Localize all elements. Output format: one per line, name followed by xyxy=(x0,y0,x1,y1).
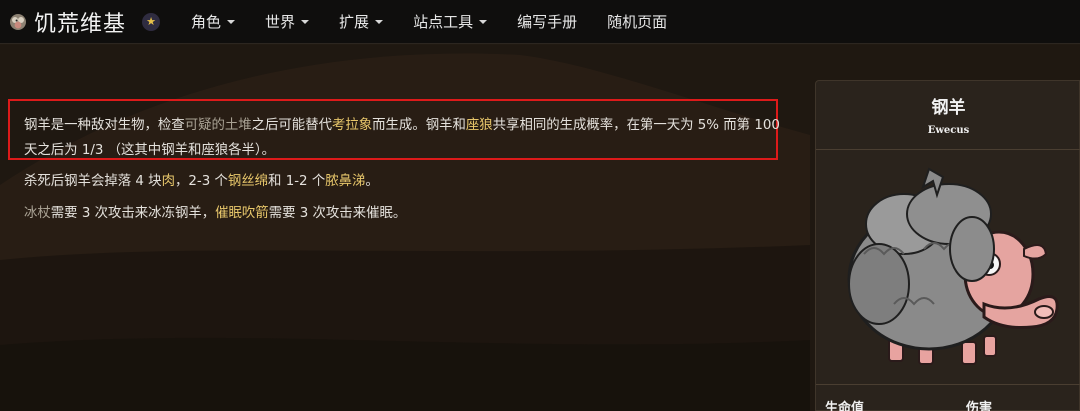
ewecus-portrait[interactable] xyxy=(834,154,1064,376)
infobox-divider xyxy=(816,384,1080,385)
drops-paragraph: 杀死后钢羊会掉落 4 块肉，2-3 个钢丝绵和 1-2 个脓鼻涕。 xyxy=(24,169,784,194)
nav-item-world[interactable]: 世界 xyxy=(250,0,324,44)
nav-item-characters[interactable]: 角色 xyxy=(176,0,250,44)
stat-label-health: 生命值 xyxy=(825,401,865,411)
link-ice-staff[interactable]: 冰杖 xyxy=(24,206,51,221)
caret-down-icon xyxy=(375,19,384,24)
text-span: ，2-3 个 xyxy=(174,174,228,189)
link-varg[interactable]: 座狼 xyxy=(466,118,493,133)
nav-item-random-page[interactable]: 随机页面 xyxy=(592,0,682,44)
weapons-paragraph: 冰杖需要 3 次攻击来冰冻钢羊，催眠吹箭需要 3 次攻击来催眠。 xyxy=(24,201,784,226)
text-span: 需要 3 次攻击来催眠。 xyxy=(268,206,407,221)
link-koalefant[interactable]: 考拉象 xyxy=(332,118,372,133)
ewecus-head-icon xyxy=(10,13,26,30)
text-span: 之后可能替代 xyxy=(251,118,332,133)
infobox-title: 钢羊 xyxy=(931,98,966,118)
main-nav: 角色 世界 扩展 站点工具 编写手册 随机页面 xyxy=(176,0,682,44)
infobox-subtitle: Ewecus xyxy=(927,125,970,136)
top-navbar: 饥荒维基 ★ 角色 世界 扩展 站点工具 编写手册 随机页面 xyxy=(0,0,1080,44)
nav-item-expansions[interactable]: 扩展 xyxy=(324,0,398,44)
link-steel-wool[interactable]: 钢丝绵 xyxy=(228,174,268,189)
nav-item-editing-manual[interactable]: 编写手册 xyxy=(502,0,592,44)
text-span: 。 xyxy=(365,174,379,189)
link-phlegm[interactable]: 脓鼻涕 xyxy=(325,174,365,189)
text-span: 钢羊是一种敌对生物，检查 xyxy=(24,118,185,133)
nav-item-site-tools[interactable]: 站点工具 xyxy=(398,0,502,44)
site-brand[interactable]: 饥荒维基 xyxy=(0,0,126,44)
nav-item-label: 编写手册 xyxy=(517,13,578,31)
link-suspicious-dirt-pile[interactable]: 可疑的土堆 xyxy=(185,118,252,133)
text-span: 需要 3 次攻击来冰冻钢羊， xyxy=(50,206,216,221)
infobox: 钢羊 Ewecus 生命值 伤害 xyxy=(815,80,1080,411)
intro-paragraph: 钢羊是一种敌对生物，检查可疑的土堆之后可能替代考拉象而生成。钢羊和座狼共享相同的… xyxy=(24,113,784,163)
nav-item-label: 随机页面 xyxy=(607,13,668,31)
infobox-divider xyxy=(816,149,1080,150)
star-icon[interactable]: ★ xyxy=(142,12,161,31)
nav-item-label: 世界 xyxy=(265,13,296,31)
caret-down-icon xyxy=(301,19,310,24)
text-span: 和 1-2 个 xyxy=(268,174,326,189)
nav-item-label: 角色 xyxy=(191,13,222,31)
caret-down-icon xyxy=(227,19,236,24)
site-title: 饥荒维基 xyxy=(34,11,127,37)
nav-item-label: 站点工具 xyxy=(413,13,474,31)
caret-down-icon xyxy=(479,19,488,24)
link-meat[interactable]: 肉 xyxy=(162,174,175,189)
nav-item-label: 扩展 xyxy=(339,13,370,31)
text-span: 而生成。钢羊和 xyxy=(372,118,466,133)
link-sleep-dart[interactable]: 催眠吹箭 xyxy=(215,206,269,221)
stat-label-damage: 伤害 xyxy=(966,401,993,411)
text-span: 杀死后钢羊会掉落 4 块 xyxy=(24,174,162,189)
